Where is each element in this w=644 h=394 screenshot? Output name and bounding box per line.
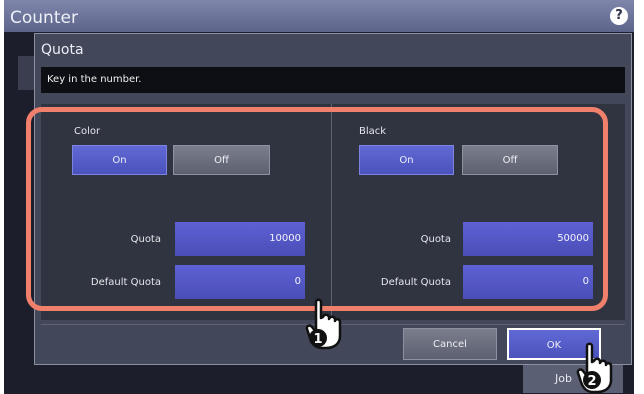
callout-number-1: 1 bbox=[313, 332, 322, 347]
dialog-title: Quota bbox=[41, 42, 84, 58]
pointing-hand-icon: 2 bbox=[576, 342, 613, 394]
title-bar: Counter ? bbox=[4, 0, 634, 32]
message-bar: Key in the number. bbox=[41, 67, 625, 93]
pointing-hand-icon: 1 bbox=[305, 298, 342, 350]
question-mark-icon[interactable]: ? bbox=[610, 7, 628, 25]
window-title: Counter bbox=[10, 8, 78, 28]
settings-highlight-frame bbox=[26, 107, 608, 311]
cancel-button[interactable]: Cancel bbox=[403, 328, 497, 360]
callout-number-2: 2 bbox=[587, 374, 596, 389]
